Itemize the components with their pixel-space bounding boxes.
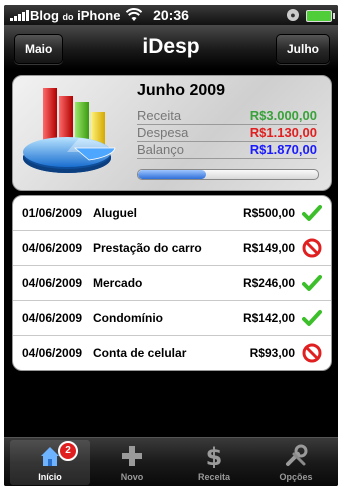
month-title: Junho 2009 [137, 82, 226, 99]
expense-amount: R$246,00 [242, 276, 295, 290]
income-label: Receita [137, 108, 182, 123]
check-icon[interactable] [302, 273, 322, 293]
balance-progress-bar [137, 169, 319, 180]
expense-row[interactable]: 04/06/2009 Prestação do carro R$149,00 [13, 231, 331, 266]
next-month-button[interactable]: Julho [276, 34, 330, 64]
income-value: R$3.000,00 [249, 108, 317, 123]
expense-description: Prestação do carro [93, 241, 202, 255]
plus-icon [122, 446, 142, 466]
expense-description: Condomínio [93, 311, 163, 325]
no-entry-icon[interactable] [302, 343, 322, 363]
expense-list: 01/06/2009 Aluguel R$500,00 04/06/2009 Prest… [12, 195, 332, 371]
month-summary-panel: Junho 2009 Receita R$3.000,00 Despesa R$… [12, 75, 332, 191]
balance-value: R$1.870,00 [249, 142, 317, 157]
progress-fill [138, 170, 207, 179]
expense-row[interactable]: 01/06/2009 Aluguel R$500,00 [13, 196, 331, 231]
expense-description: Conta de celular [93, 346, 187, 360]
dollar-icon: $ [206, 444, 223, 468]
tab-label: Início [38, 472, 62, 482]
expense-amount: R$500,00 [242, 206, 295, 220]
expense-date: 04/06/2009 [22, 276, 83, 290]
no-entry-icon[interactable] [302, 238, 322, 258]
check-icon[interactable] [302, 203, 322, 223]
expense-row[interactable]: 04/06/2009 Mercado R$246,00 [13, 266, 331, 301]
expense-amount: R$142,00 [242, 311, 295, 325]
tab-label: Novo [120, 472, 144, 482]
expense-amount: R$93,00 [249, 346, 295, 360]
battery-icon [306, 10, 335, 22]
expense-date: 01/06/2009 [22, 206, 83, 220]
check-icon[interactable] [302, 308, 322, 328]
expense-description: Aluguel [93, 206, 137, 220]
rotation-lock-icon: ● [287, 9, 299, 21]
expense-label: Despesa [137, 125, 189, 140]
expense-date: 04/06/2009 [22, 346, 83, 360]
expense-date: 04/06/2009 [22, 311, 83, 325]
tab-label: Receita [197, 472, 231, 482]
expense-row[interactable]: 04/06/2009 Conta de celular R$93,00 [13, 336, 331, 370]
tab-opcoes[interactable]: Opções [256, 440, 336, 485]
tab-bar: 2 Início Novo $ Receita Opções [4, 437, 338, 486]
expense-amount: R$149,00 [242, 241, 295, 255]
balance-row: Balanço R$1.870,00 [137, 141, 317, 159]
tab-label: Opções [279, 472, 313, 482]
tab-inicio[interactable]: 2 Início [10, 440, 90, 485]
tab-receita[interactable]: $ Receita [174, 440, 254, 485]
app-screen: Blog do iPhone 20:36 ● Maio iDesp Julho [4, 5, 338, 486]
expense-row[interactable]: 04/06/2009 Condomínio R$142,00 [13, 301, 331, 336]
notification-badge: 2 [58, 441, 78, 461]
svg-text:$: $ [206, 444, 223, 468]
expense-row: Despesa R$1.130,00 [137, 124, 317, 142]
navigation-bar: Maio iDesp Julho [4, 25, 338, 69]
tab-novo[interactable]: Novo [92, 440, 172, 485]
expense-date: 04/06/2009 [22, 241, 83, 255]
expense-description: Mercado [93, 276, 143, 290]
income-row: Receita R$3.000,00 [137, 107, 317, 125]
balance-label: Balanço [137, 142, 184, 157]
expense-value: R$1.130,00 [249, 125, 317, 140]
chart-icon [23, 88, 116, 173]
status-bar: Blog do iPhone 20:36 ● [4, 5, 338, 25]
tools-icon [286, 444, 308, 466]
